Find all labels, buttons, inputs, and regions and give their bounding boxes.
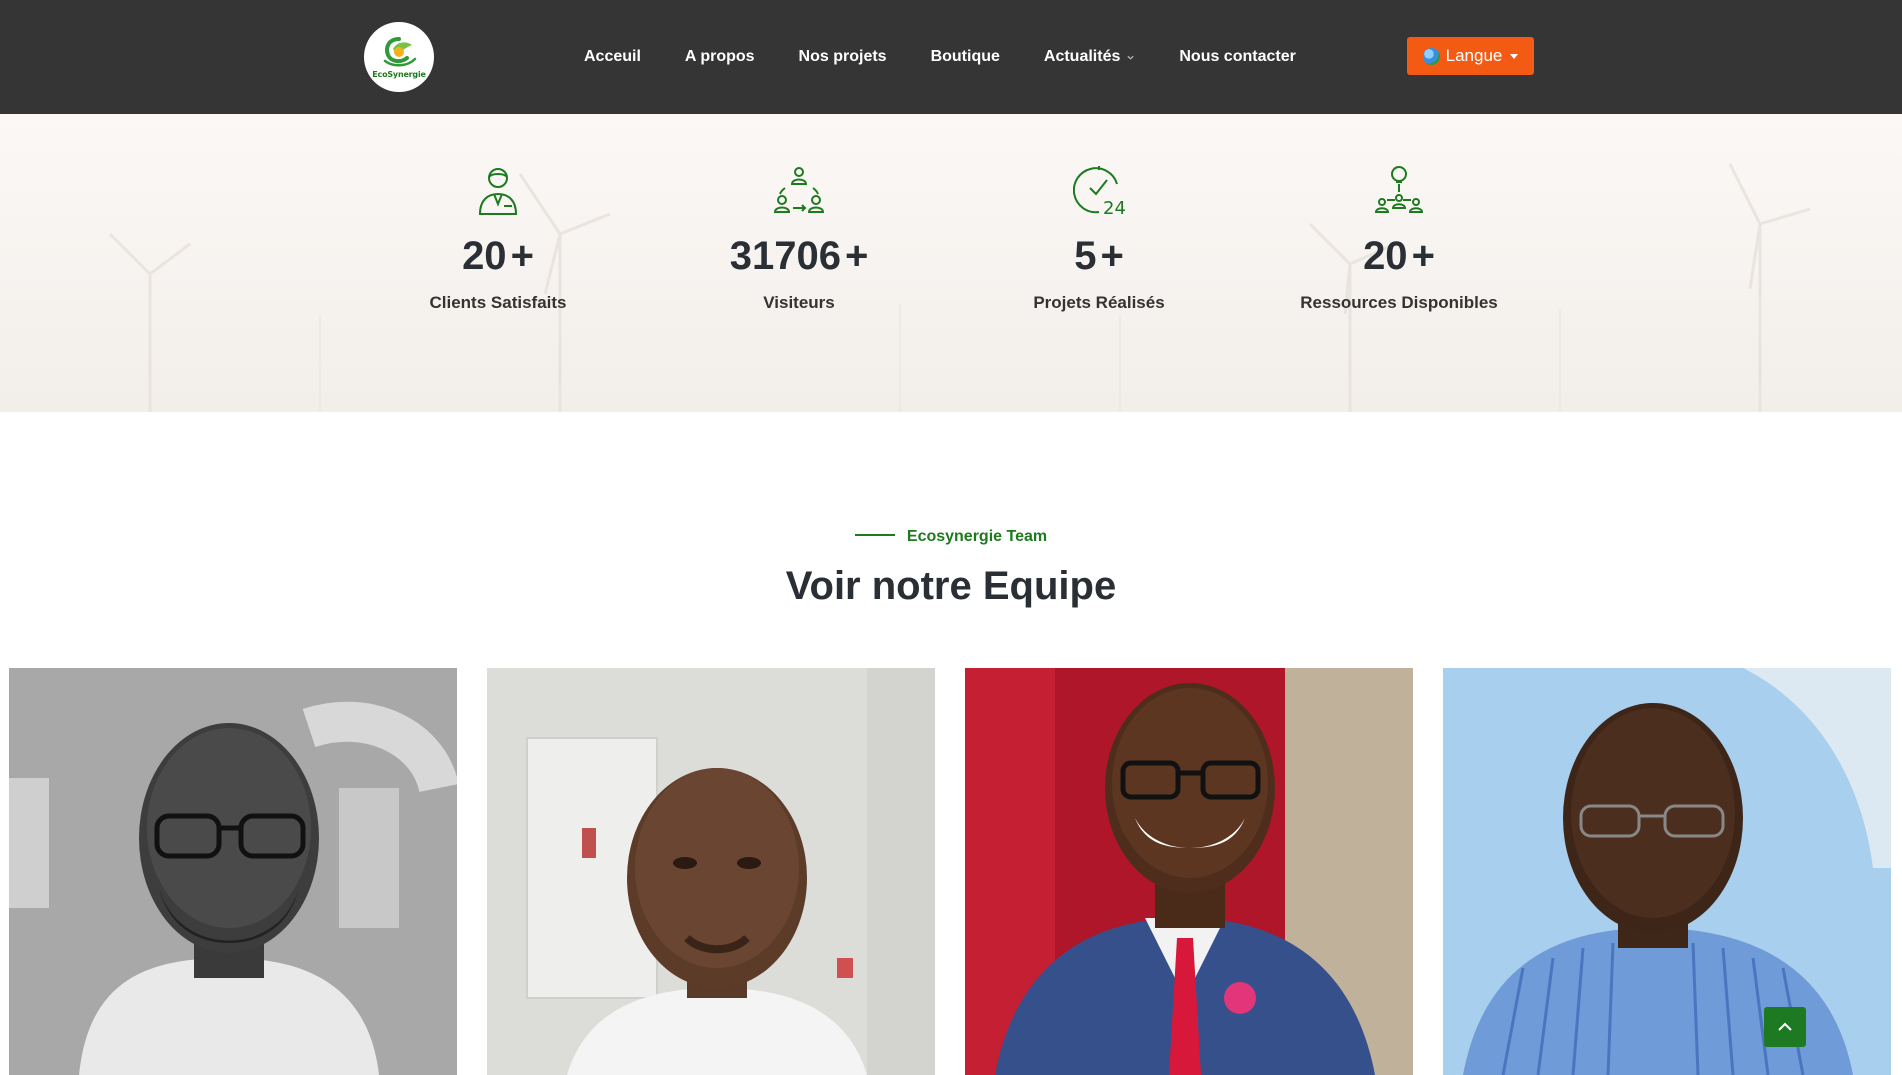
caret-down-icon bbox=[1510, 53, 1519, 59]
team-title: Voir notre Equipe bbox=[785, 564, 1117, 608]
lightbulb-network-icon bbox=[1374, 166, 1424, 213]
stat-suffix: + bbox=[844, 234, 869, 278]
team-member-portrait bbox=[1443, 668, 1891, 1075]
nav-a-propos[interactable]: A propos bbox=[685, 48, 755, 66]
globe-icon bbox=[1422, 47, 1440, 65]
eyebrow-divider bbox=[854, 533, 895, 536]
chevron-up-icon bbox=[1778, 1022, 1792, 1031]
stat-number: 5 bbox=[1074, 234, 1097, 278]
stat-value: 5 + bbox=[959, 234, 1239, 279]
language-label: Langue bbox=[1445, 46, 1503, 65]
svg-text:24: 24 bbox=[1103, 198, 1125, 216]
stat-label: Ressources Disponibles bbox=[1300, 293, 1498, 312]
team-eyebrow: Ecosynergie Team bbox=[0, 528, 1902, 546]
main-nav: Acceuil A propos Nos projets Boutique Ac… bbox=[584, 0, 1340, 114]
team-eyebrow-label: Ecosynergie Team bbox=[906, 528, 1048, 545]
nav-actualites[interactable]: Actualités bbox=[1044, 48, 1135, 66]
wind-turbines-background bbox=[0, 114, 1902, 412]
stat-label: Projets Réalisés bbox=[1033, 293, 1165, 312]
ecosynergie-logo[interactable]: EcoSynergie bbox=[364, 22, 434, 92]
stat-suffix: + bbox=[1411, 234, 1435, 278]
nav-actualites-label: Actualités bbox=[1043, 48, 1121, 65]
stat-value: 31706 + bbox=[659, 234, 939, 279]
stats-section: 20 + Clients Satisfaits 31706 + Visiteurs bbox=[0, 114, 1902, 412]
site-header: EcoSynergie Acceuil A propos Nos projets… bbox=[0, 0, 1902, 114]
stat-number: 20 bbox=[1363, 234, 1408, 278]
nav-acceuil[interactable]: Acceuil bbox=[584, 48, 641, 66]
stat-suffix: + bbox=[1100, 234, 1124, 278]
team-member-photo[interactable] bbox=[9, 668, 457, 1075]
stat-suffix: + bbox=[510, 234, 534, 278]
stat-value: 20 + bbox=[1259, 234, 1539, 279]
team-member-photo[interactable] bbox=[1443, 668, 1891, 1075]
chevron-down-icon bbox=[1127, 55, 1134, 60]
stat-value: 20 + bbox=[358, 234, 638, 279]
nav-nos-projets[interactable]: Nos projets bbox=[799, 48, 887, 66]
team-member-photo[interactable] bbox=[487, 668, 935, 1075]
logo-text: EcoSynergie bbox=[372, 70, 426, 79]
back-to-top-button[interactable] bbox=[1764, 1007, 1806, 1047]
clock-24-check-icon: 24 bbox=[1073, 166, 1125, 216]
stat-number: 31706 bbox=[729, 234, 841, 278]
team-member-portrait bbox=[965, 668, 1413, 1075]
nav-nous-contacter[interactable]: Nous contacter bbox=[1179, 48, 1295, 66]
team-member-portrait bbox=[9, 668, 457, 1075]
visitors-cycle-icon bbox=[773, 167, 825, 213]
leaf-logo-icon bbox=[383, 37, 417, 67]
client-user-icon bbox=[478, 168, 518, 215]
stat-label: Visiteurs bbox=[763, 293, 835, 312]
team-member-photo[interactable] bbox=[965, 668, 1413, 1075]
stat-label: Clients Satisfaits bbox=[429, 293, 567, 312]
team-member-portrait bbox=[487, 668, 935, 1075]
nav-boutique[interactable]: Boutique bbox=[931, 48, 1000, 66]
language-dropdown-button[interactable]: Langue bbox=[1407, 37, 1534, 75]
stat-number: 20 bbox=[462, 234, 507, 278]
